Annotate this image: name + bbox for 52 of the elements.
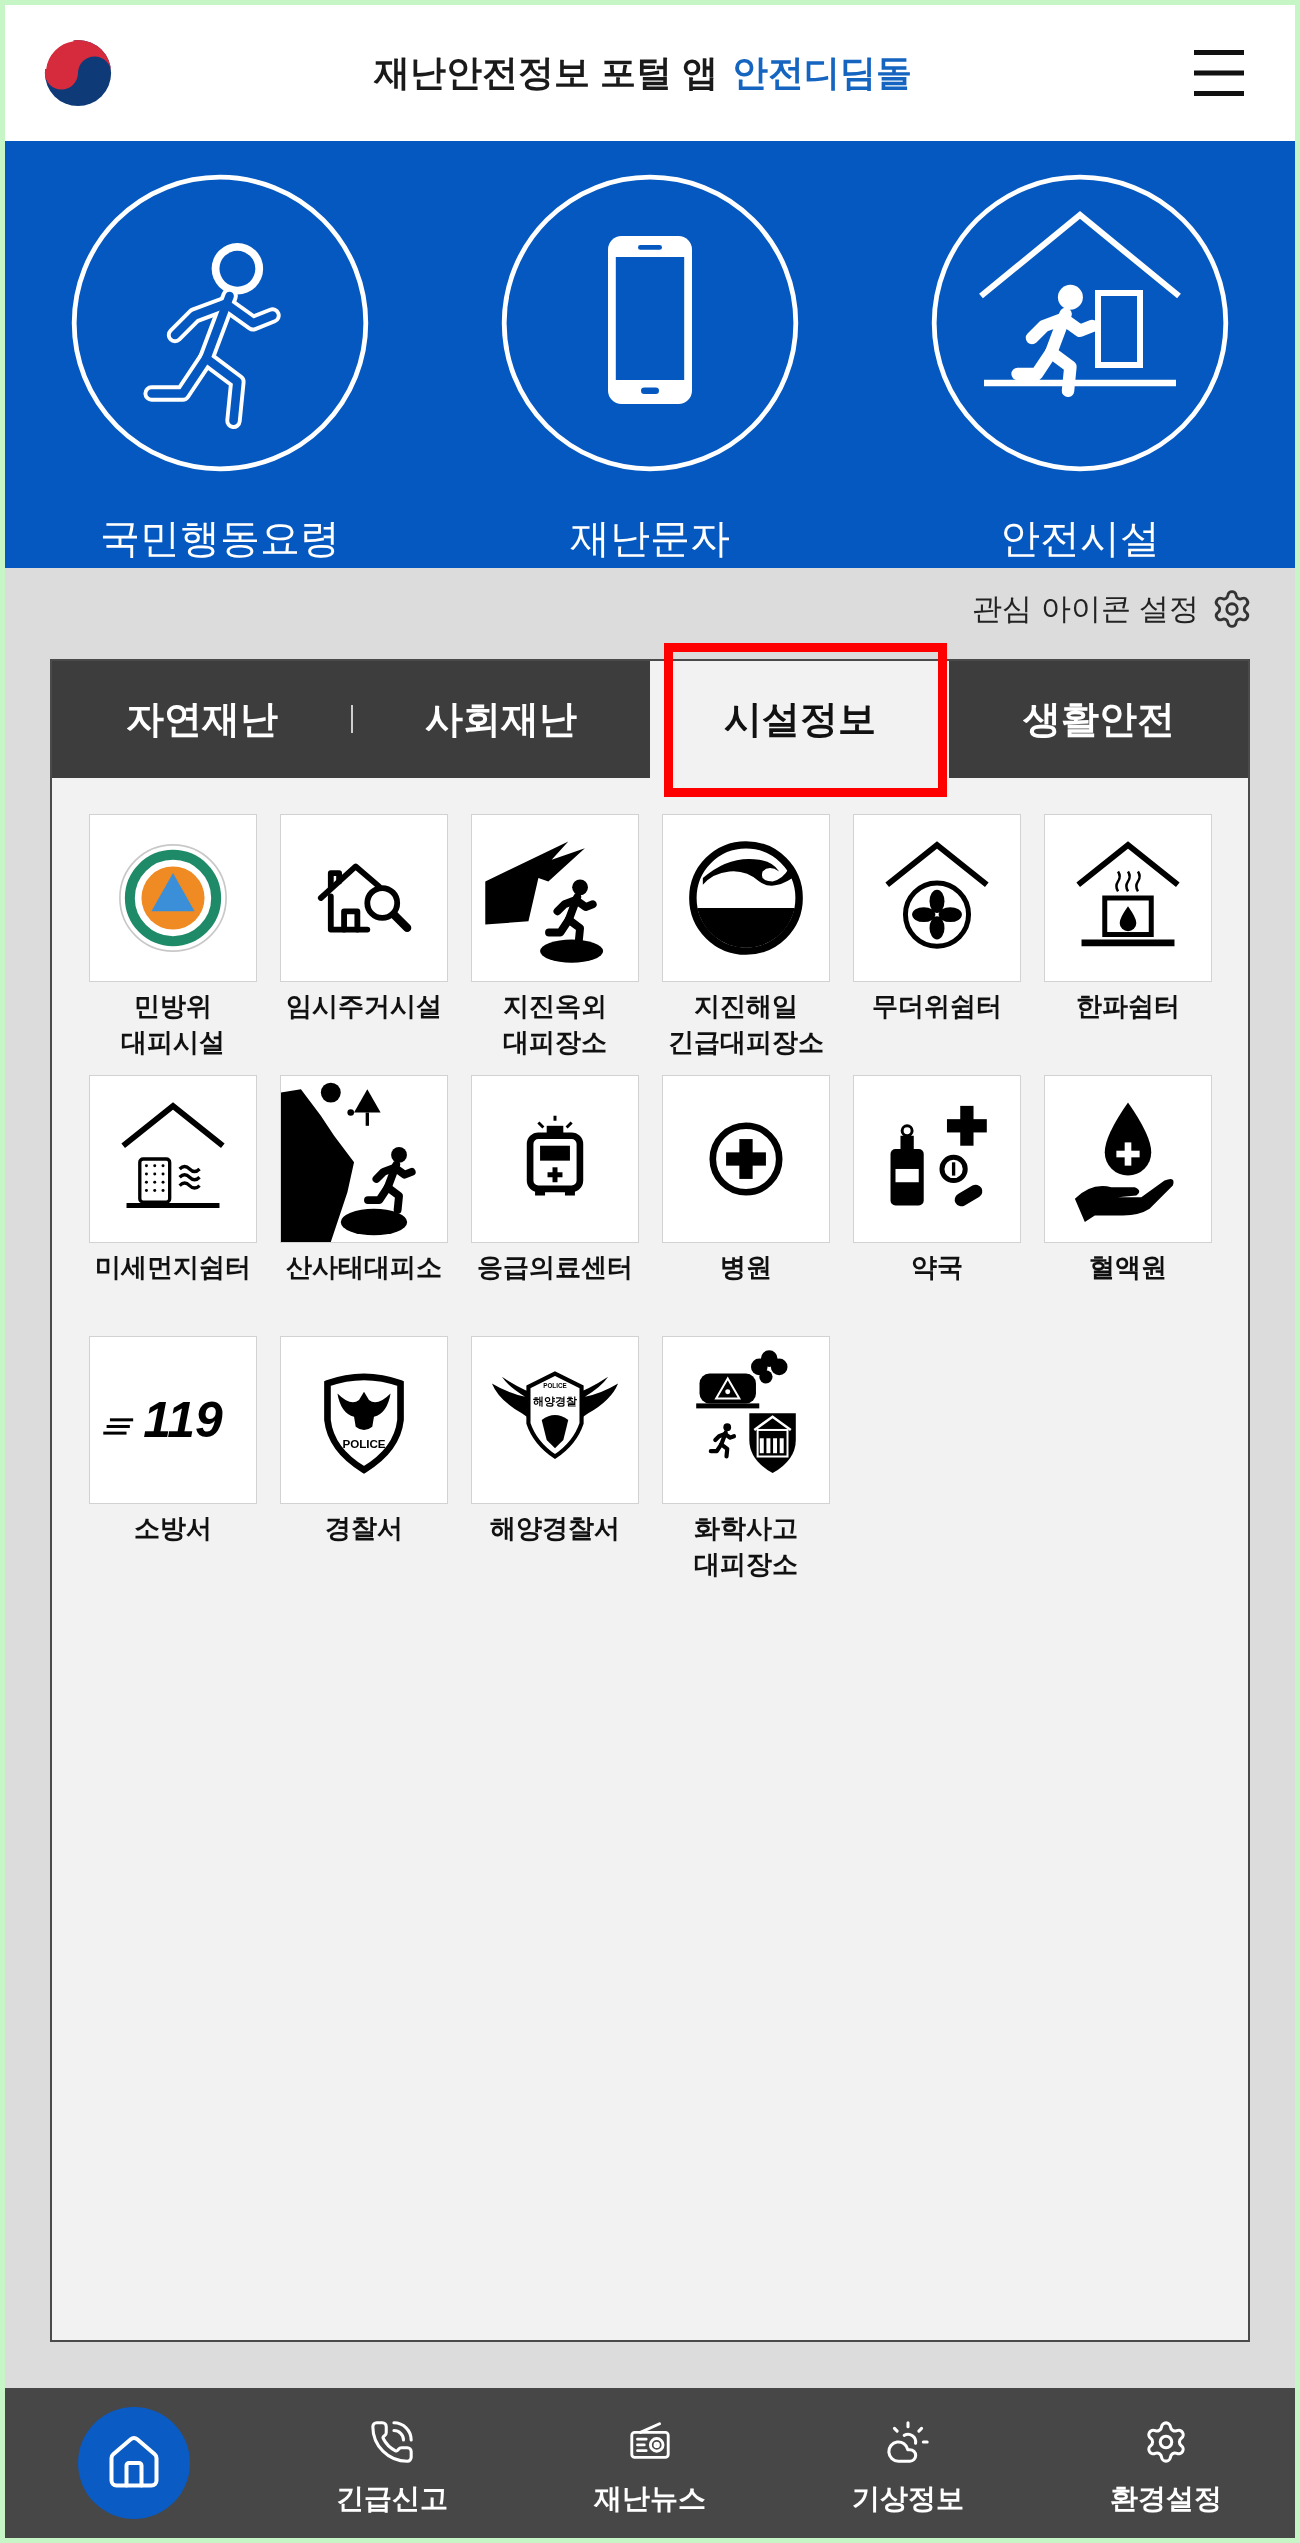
facility-button[interactable]: 혈액원: [1044, 1075, 1212, 1321]
smartphone-icon: [500, 173, 800, 473]
nav-button[interactable]: 환경설정: [1096, 2407, 1236, 2523]
nav-button[interactable]: 긴급신고: [322, 2407, 462, 2523]
swirl-logo-icon: [42, 37, 114, 109]
phone-icon: [369, 2419, 415, 2465]
hero-menu-button[interactable]: 국민행동요령: [70, 141, 370, 568]
facility-button[interactable]: 약국: [853, 1075, 1021, 1321]
category-tab[interactable]: 생활안전: [949, 661, 1248, 778]
facility-button[interactable]: 민방위 대피시설: [89, 814, 257, 1060]
menu-button[interactable]: [1194, 50, 1244, 96]
interest-settings-button[interactable]: 관심 아이콘 설정: [972, 588, 1253, 630]
category-tab[interactable]: 자연재난: [52, 661, 351, 778]
speed-lines-drawing: [103, 1418, 134, 1435]
app-title: 재난안전정보 포털 앱: [374, 51, 718, 95]
house-magnifier-icon: [280, 814, 448, 982]
nav-button[interactable]: 재난뉴스: [580, 2407, 720, 2523]
emblem-text: POLICE: [342, 1437, 386, 1451]
emblem-text: 119: [143, 1391, 223, 1448]
house-exit-icon: [930, 173, 1230, 473]
ambulance-icon: [471, 1075, 639, 1243]
medicine-bottle-icon: [853, 1075, 1021, 1243]
roof-heater-icon: [1044, 814, 1212, 982]
roof-cylinder-icon: [89, 1075, 257, 1243]
emblem-text: 해양경찰: [533, 1395, 577, 1408]
category-tab[interactable]: 사회재난: [351, 661, 650, 778]
crack-running-figure-icon: [471, 814, 639, 982]
sun-cloud-icon: [885, 2419, 931, 2465]
hero-menu-button[interactable]: 안전시설: [930, 141, 1230, 568]
facility-button[interactable]: 지진해일 긴급대피장소: [662, 814, 830, 1060]
triangle-emblem-icon: [89, 814, 257, 982]
menu-icon: [1194, 50, 1244, 96]
facility-button[interactable]: 화학사고 대피장소: [662, 1336, 830, 1582]
running-figure-icon: [70, 173, 370, 473]
brand-name: 안전디딤돌: [732, 51, 912, 95]
tank-shield-icon: [662, 1336, 830, 1504]
facility-button[interactable]: 산사태대피소: [280, 1075, 448, 1321]
drop-hand-icon: [1044, 1075, 1212, 1243]
hero-menu-button[interactable]: 재난문자: [500, 141, 800, 568]
facility-button[interactable]: 응급의료센터: [471, 1075, 639, 1321]
facility-button[interactable]: 미세먼지쉼터: [89, 1075, 257, 1321]
facility-button[interactable]: 지진옥외 대피장소: [471, 814, 639, 1060]
facility-button[interactable]: 무더위쉼터: [853, 814, 1021, 1060]
facility-button[interactable]: 병원: [662, 1075, 830, 1321]
landslide-running-figure-icon: [280, 1075, 448, 1243]
roof-fan-icon: [853, 814, 1021, 982]
facility-button[interactable]: 한파쉼터: [1044, 814, 1212, 1060]
category-tab[interactable]: 시설정보: [650, 661, 949, 778]
facility-button[interactable]: POLICE 경찰서: [280, 1336, 448, 1582]
nav-button[interactable]: 기상정보: [838, 2407, 978, 2523]
facility-button[interactable]: 임시주거시설: [280, 814, 448, 1060]
facility-button[interactable]: 119 소방서: [89, 1336, 257, 1582]
